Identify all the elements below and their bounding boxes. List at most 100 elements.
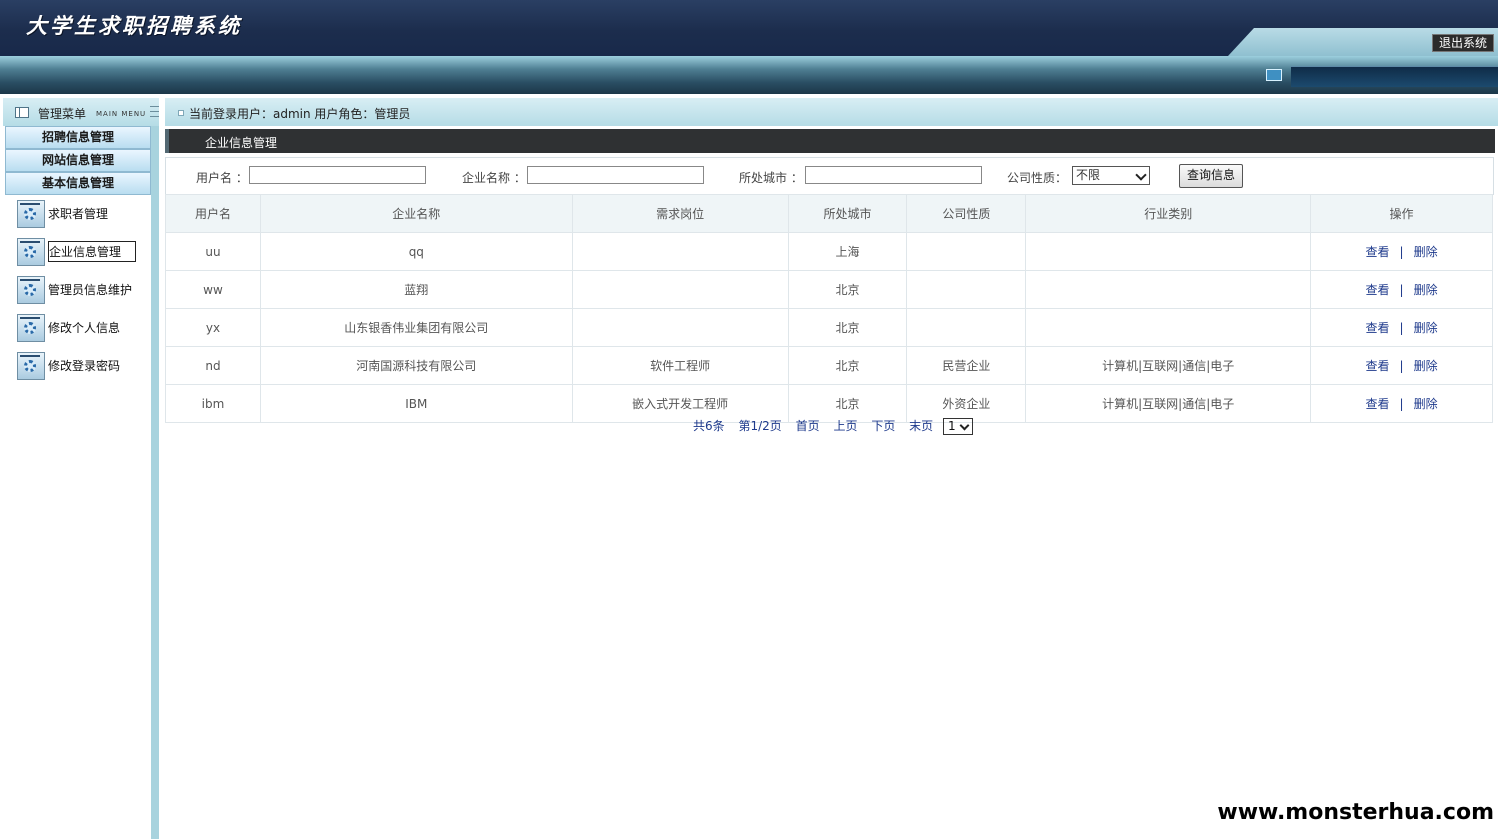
cell-actions: 查看 | 删除 — [1310, 270, 1493, 309]
delete-link[interactable]: 删除 — [1414, 245, 1438, 259]
view-link[interactable]: 查看 — [1366, 245, 1390, 259]
cell-nature — [906, 270, 1027, 309]
table-row: yx 山东银香伟业集团有限公司 北京 查看 | 删除 — [165, 308, 1493, 347]
action-separator: | — [1399, 397, 1404, 411]
col-header: 用户名 — [165, 194, 261, 233]
sidebar-item-label: 修改个人信息 — [48, 321, 121, 335]
chevron-down-icon — [1135, 169, 1147, 181]
collapse-lines-icon[interactable] — [150, 106, 159, 117]
gear-icon — [17, 238, 45, 266]
cell-company: IBM — [259, 384, 573, 423]
col-header: 需求岗位 — [571, 194, 789, 233]
cell-username: yx — [165, 308, 261, 347]
cell-username: uu — [165, 232, 261, 271]
cell-industry — [1025, 308, 1312, 347]
table-header-row: 用户名 企业名称 需求岗位 所处城市 公司性质 行业类别 操作 — [165, 194, 1493, 233]
cell-company: 蓝翔 — [259, 270, 573, 309]
category-website[interactable]: 网站信息管理 — [5, 149, 151, 172]
cell-actions: 查看 | 删除 — [1310, 308, 1493, 347]
cell-actions: 查看 | 删除 — [1310, 232, 1493, 271]
chevron-down-icon — [959, 420, 970, 431]
cell-nature: 民营企业 — [906, 346, 1027, 385]
category-basic[interactable]: 基本信息管理 — [5, 172, 151, 195]
action-separator: | — [1399, 359, 1404, 373]
action-separator: | — [1399, 321, 1404, 335]
cell-position — [571, 308, 789, 347]
view-link[interactable]: 查看 — [1366, 359, 1390, 373]
panel-accent — [165, 129, 169, 153]
cell-city: 北京 — [787, 270, 908, 309]
bullet-icon — [178, 110, 184, 116]
view-link[interactable]: 查看 — [1366, 321, 1390, 335]
query-button[interactable]: 查询信息 — [1179, 164, 1244, 188]
secondary-bar-panel — [1291, 66, 1498, 87]
cell-industry: 计算机|互联网|通信|电子 — [1025, 346, 1312, 385]
delete-link[interactable]: 删除 — [1414, 359, 1438, 373]
cell-position: 软件工程师 — [571, 346, 789, 385]
pagination: 共6条 第1/2页 首页 上页 下页 末页 1 — [693, 417, 983, 435]
logout-button[interactable]: 退出系统 — [1431, 34, 1494, 52]
cell-position — [571, 232, 789, 271]
login-info: 当前登录用户：admin 用户角色：管理员 — [189, 107, 411, 121]
app-title: 大学生求职招聘系统 — [26, 13, 242, 38]
table-row: ww 蓝翔 北京 查看 | 删除 — [165, 270, 1493, 309]
delete-link[interactable]: 删除 — [1414, 321, 1438, 335]
sidebar-title: 管理菜单 — [38, 107, 87, 121]
prev-page-link[interactable]: 上页 — [833, 419, 857, 433]
panel-title: 企业信息管理 — [205, 136, 278, 150]
view-link[interactable]: 查看 — [1366, 397, 1390, 411]
username-label: 用户名 ： — [196, 171, 248, 185]
col-header: 操作 — [1310, 194, 1493, 233]
col-header: 公司性质 — [906, 194, 1027, 233]
first-page-link[interactable]: 首页 — [796, 419, 820, 433]
watermark: www.monsterhua.com — [1217, 800, 1494, 825]
view-link[interactable]: 查看 — [1366, 283, 1390, 297]
cell-city: 北京 — [787, 308, 908, 347]
delete-link[interactable]: 删除 — [1414, 283, 1438, 297]
sidebar: 管理菜单 MAIN MENU 招聘信息管理 网站信息管理 基本信息管理 求职者管… — [3, 98, 159, 839]
nature-select[interactable]: 不限 — [1072, 166, 1150, 185]
table-row: nd 河南国源科技有限公司 软件工程师 北京 民营企业 计算机|互联网|通信|电… — [165, 346, 1493, 385]
sidebar-item-label: 企业信息管理 — [48, 241, 137, 262]
delete-link[interactable]: 删除 — [1414, 397, 1438, 411]
sidebar-item-label: 求职者管理 — [48, 207, 109, 221]
col-header: 企业名称 — [259, 194, 573, 233]
city-input[interactable] — [805, 166, 982, 184]
page-select[interactable]: 1 — [943, 418, 973, 435]
sidebar-header: 管理菜单 MAIN MENU — [3, 98, 159, 126]
panel-title-bar: 企业信息管理 — [165, 129, 1495, 153]
col-header: 所处城市 — [787, 194, 908, 233]
cell-city: 上海 — [787, 232, 908, 271]
page-info: 第1/2页 — [738, 419, 782, 433]
cell-position — [571, 270, 789, 309]
cell-industry: 计算机|互联网|通信|电子 — [1025, 384, 1312, 423]
sidebar-item-label: 修改登录密码 — [48, 359, 121, 373]
gear-icon — [17, 276, 45, 304]
menu-icon — [15, 107, 29, 118]
city-label: 所处城市 ： — [739, 171, 803, 185]
next-page-link[interactable]: 下页 — [871, 419, 895, 433]
cell-company: 河南国源科技有限公司 — [259, 346, 573, 385]
search-bar: 用户名 ： 企业名称 ： 所处城市 ： 公司性质： 不限 查询信息 — [165, 157, 1494, 195]
gear-icon — [17, 352, 45, 380]
nature-selected: 不限 — [1076, 168, 1101, 182]
gear-icon — [17, 200, 45, 228]
category-recruitment[interactable]: 招聘信息管理 — [5, 126, 151, 149]
total-count: 共6条 — [693, 419, 725, 433]
last-page-link[interactable]: 末页 — [909, 419, 933, 433]
cell-actions: 查看 | 删除 — [1310, 346, 1493, 385]
action-separator: | — [1399, 283, 1404, 297]
cell-city: 北京 — [787, 346, 908, 385]
cell-company: 山东银香伟业集团有限公司 — [259, 308, 573, 347]
action-separator: | — [1399, 245, 1404, 259]
nature-label: 公司性质： — [1007, 171, 1068, 185]
company-table: 用户名 企业名称 需求岗位 所处城市 公司性质 行业类别 操作 uu qq 上海… — [165, 194, 1493, 423]
company-input[interactable] — [527, 166, 704, 184]
cell-username: ww — [165, 270, 261, 309]
cell-nature — [906, 232, 1027, 271]
page-select-value: 1 — [948, 419, 956, 433]
sidebar-subtitle: MAIN MENU — [96, 110, 147, 118]
status-strip: 当前登录用户：admin 用户角色：管理员 — [165, 98, 1498, 126]
username-input[interactable] — [249, 166, 426, 184]
monitor-icon — [1266, 69, 1282, 81]
